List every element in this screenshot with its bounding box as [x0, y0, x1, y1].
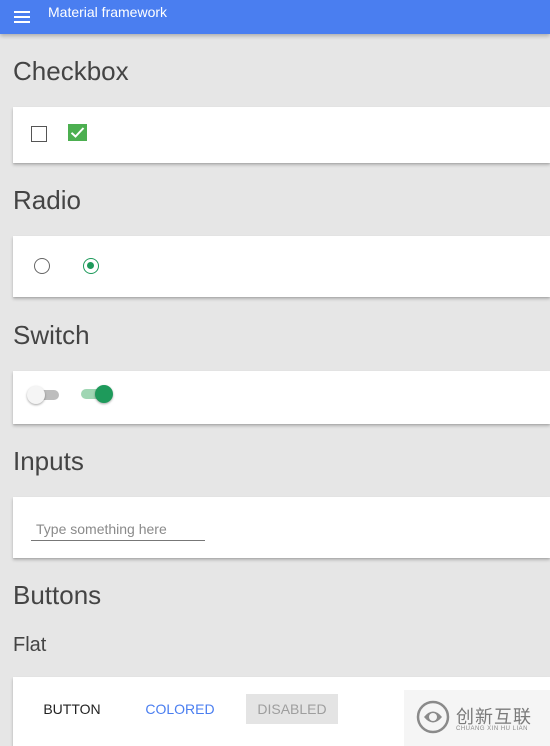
radio-section-title: Radio — [13, 185, 81, 215]
switch-on[interactable] — [79, 385, 113, 403]
button-disabled: DISABLED — [246, 694, 338, 724]
switch-thumb — [95, 385, 113, 403]
check-icon — [70, 127, 85, 138]
switch-off[interactable] — [27, 386, 63, 404]
flat-subtitle: Flat — [13, 634, 47, 656]
checkbox-unchecked[interactable] — [31, 126, 47, 142]
switch-section-title: Switch — [13, 320, 90, 350]
radio-dot-icon — [87, 262, 94, 269]
checkbox-section-title: Checkbox — [13, 56, 129, 86]
watermark-logo-icon — [416, 700, 450, 734]
watermark: 创新互联 CHUANG XIN HU LIAN — [404, 690, 550, 746]
checkbox-checked[interactable] — [68, 124, 87, 141]
switch-card — [13, 371, 550, 424]
button-colored[interactable]: COLORED — [137, 694, 223, 724]
buttons-section-title: Buttons — [13, 580, 102, 610]
text-input[interactable] — [31, 515, 205, 541]
inputs-section-title: Inputs — [13, 446, 84, 476]
checkbox-card — [13, 107, 550, 163]
watermark-text-en: CHUANG XIN HU LIAN — [456, 726, 529, 732]
button-flat[interactable]: BUTTON — [33, 694, 111, 724]
inputs-card — [13, 497, 550, 558]
app-title: Material framework — [48, 4, 168, 20]
app-bar: Material framework — [0, 0, 550, 34]
menu-icon[interactable] — [14, 10, 30, 24]
radio-card — [13, 236, 550, 297]
radio-selected[interactable] — [83, 258, 99, 274]
switch-thumb — [27, 386, 45, 404]
radio-unselected[interactable] — [34, 258, 50, 274]
